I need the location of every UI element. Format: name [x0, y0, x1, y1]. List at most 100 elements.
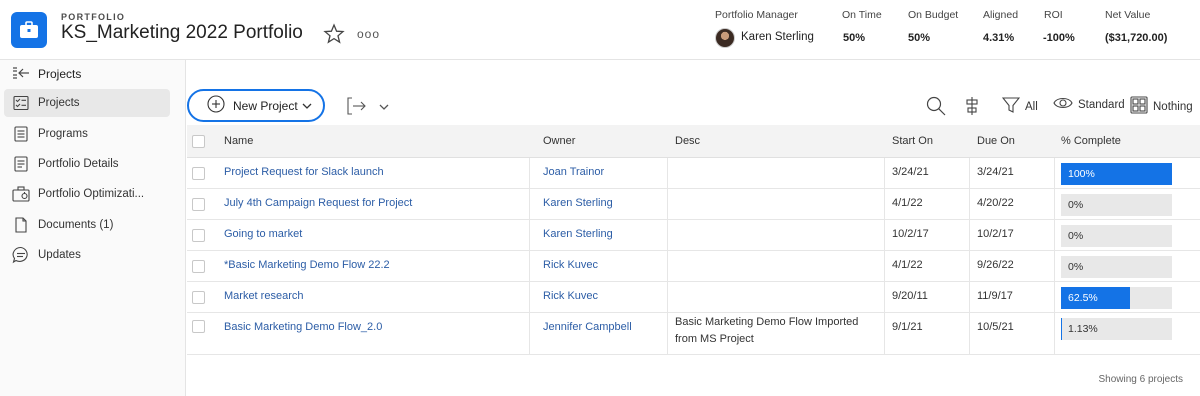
project-name-link[interactable]: Basic Marketing Demo Flow_2.0: [224, 321, 382, 333]
column-header-name[interactable]: Name: [224, 135, 253, 147]
avatar[interactable]: [715, 28, 735, 48]
project-name-link[interactable]: July 4th Campaign Request for Project: [224, 197, 412, 209]
sidebar-item-label: Projects: [38, 97, 80, 109]
filter-button[interactable]: All: [1001, 96, 1038, 117]
column-divider: [1054, 251, 1055, 281]
column-header-desc[interactable]: Desc: [675, 135, 700, 147]
sidebar-item-portfolio-optimizer[interactable]: Portfolio Optimizati...: [4, 180, 170, 208]
sidebar-item-label: Updates: [38, 249, 81, 261]
percent-complete-label: 62.5%: [1068, 292, 1098, 304]
manager-name[interactable]: Karen Sterling: [741, 31, 814, 43]
project-name-link[interactable]: Project Request for Slack launch: [224, 166, 384, 178]
column-header-owner[interactable]: Owner: [543, 135, 575, 147]
search-button[interactable]: [926, 96, 946, 119]
manager-label: Portfolio Manager: [715, 9, 798, 21]
column-divider: [529, 282, 530, 312]
column-header-percent-complete[interactable]: % Complete: [1061, 135, 1121, 147]
column-divider: [667, 282, 668, 312]
table-header: Name Owner Desc Start On Due On % Comple…: [187, 125, 1200, 158]
select-all-checkbox[interactable]: [192, 135, 205, 148]
project-owner-link[interactable]: Joan Trainor: [543, 166, 604, 178]
table-body: Project Request for Slack launch Joan Tra…: [187, 158, 1200, 355]
column-divider: [884, 158, 885, 188]
new-project-label: New Project: [233, 98, 298, 113]
column-divider: [884, 251, 885, 281]
export-menu-chevron-icon[interactable]: [379, 100, 389, 114]
sidebar-title: Projects: [38, 67, 82, 81]
project-due-date: 3/24/21: [977, 166, 1014, 178]
table-row[interactable]: Market research Rick Kuvec 9/20/11 11/9/17 6…: [187, 282, 1200, 313]
percent-complete-bar: 0%: [1061, 194, 1172, 216]
document-icon: [12, 216, 30, 234]
column-divider: [667, 189, 668, 219]
filter-label: All: [1025, 100, 1038, 113]
grouping-button[interactable]: Nothing: [1130, 96, 1193, 117]
optimizer-icon: [12, 185, 30, 203]
column-divider: [969, 282, 970, 312]
project-owner-link[interactable]: Karen Sterling: [543, 197, 613, 209]
programs-icon: [12, 125, 30, 143]
project-due-date: 11/9/17: [977, 290, 1013, 302]
sidebar-item-programs[interactable]: Programs: [4, 120, 170, 148]
column-divider: [1054, 220, 1055, 250]
project-name-link[interactable]: Going to market: [224, 228, 302, 240]
percent-complete-label: 0%: [1068, 199, 1084, 211]
project-owner-link[interactable]: Rick Kuvec: [543, 290, 598, 302]
sidebar-item-label: Portfolio Details: [38, 158, 119, 170]
column-header-due-on[interactable]: Due On: [977, 135, 1015, 147]
search-icon: [926, 96, 946, 119]
sidebar-collapse-button[interactable]: Projects: [12, 65, 81, 83]
new-project-button[interactable]: New Project: [187, 89, 325, 122]
sidebar-item-projects[interactable]: Projects: [4, 89, 170, 117]
list-toolbar: New Project All Standard Nothing: [186, 60, 1200, 124]
row-checkbox[interactable]: [192, 229, 205, 242]
columns-button[interactable]: [965, 96, 979, 119]
row-checkbox[interactable]: [192, 198, 205, 211]
row-checkbox[interactable]: [192, 291, 205, 304]
column-header-start-on[interactable]: Start On: [892, 135, 933, 147]
add-circle-icon: [207, 95, 225, 116]
table-row[interactable]: Project Request for Slack launch Joan Tra…: [187, 158, 1200, 189]
table-row[interactable]: Going to market Karen Sterling 10/2/17 10/2…: [187, 220, 1200, 251]
sidebar-item-updates[interactable]: Updates: [4, 241, 170, 269]
percent-complete-fill: [1061, 318, 1062, 340]
row-checkbox[interactable]: [192, 320, 205, 333]
roi-value: -100%: [1043, 32, 1075, 44]
projects-table: Name Owner Desc Start On Due On % Comple…: [187, 125, 1200, 355]
table-row[interactable]: Basic Marketing Demo Flow_2.0 Jennifer Ca…: [187, 313, 1200, 355]
project-owner-link[interactable]: Rick Kuvec: [543, 259, 598, 271]
column-divider: [529, 220, 530, 250]
row-checkbox[interactable]: [192, 260, 205, 273]
portfolio-header: PORTFOLIO KS_Marketing 2022 Portfolio oo…: [0, 0, 1200, 60]
on-budget-value: 50%: [908, 32, 931, 44]
table-row[interactable]: July 4th Campaign Request for Project Kar…: [187, 189, 1200, 220]
column-divider: [667, 313, 668, 354]
percent-complete-label: 1.13%: [1068, 323, 1098, 335]
table-row[interactable]: *Basic Marketing Demo Flow 22.2 Rick Kuve…: [187, 251, 1200, 282]
project-owner-link[interactable]: Jennifer Campbell: [543, 321, 632, 333]
project-due-date: 4/20/22: [977, 197, 1014, 209]
sidebar: Projects Projects Programs Portfolio Det…: [0, 60, 186, 396]
eye-icon: [1053, 96, 1073, 113]
percent-complete-label: 100%: [1068, 168, 1095, 180]
sidebar-item-label: Portfolio Optimizati...: [38, 188, 145, 200]
column-divider: [529, 189, 530, 219]
project-name-link[interactable]: *Basic Marketing Demo Flow 22.2: [224, 259, 390, 271]
grouping-label: Nothing: [1153, 100, 1193, 113]
row-checkbox[interactable]: [192, 167, 205, 180]
column-divider: [884, 282, 885, 312]
project-due-date: 10/2/17: [977, 228, 1014, 240]
project-owner-link[interactable]: Karen Sterling: [543, 228, 613, 240]
view-button[interactable]: Standard: [1053, 96, 1125, 113]
project-due-date: 9/26/22: [977, 259, 1014, 271]
percent-complete-bar: 0%: [1061, 256, 1172, 278]
column-divider: [884, 189, 885, 219]
sidebar-item-documents[interactable]: Documents (1): [4, 211, 170, 239]
column-divider: [969, 189, 970, 219]
view-label: Standard: [1078, 98, 1125, 111]
project-start-date: 4/1/22: [892, 259, 923, 271]
export-icon[interactable]: [346, 96, 368, 119]
project-name-link[interactable]: Market research: [224, 290, 303, 302]
net-value-value: ($31,720.00): [1105, 32, 1168, 44]
sidebar-item-portfolio-details[interactable]: Portfolio Details: [4, 150, 170, 178]
